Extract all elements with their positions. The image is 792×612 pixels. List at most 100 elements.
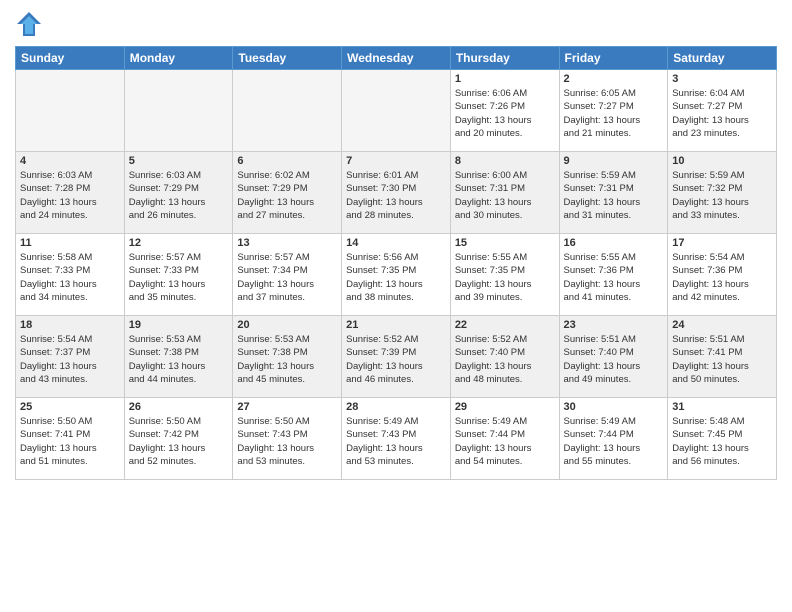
day-info: Sunrise: 5:49 AM Sunset: 7:44 PM Dayligh… — [564, 415, 664, 468]
calendar-cell: 26 Sunrise: 5:50 AM Sunset: 7:42 PM Dayli… — [124, 398, 233, 480]
day-number: 17 — [672, 237, 772, 249]
day-number: 3 — [672, 73, 772, 85]
day-info: Sunrise: 5:54 AM Sunset: 7:37 PM Dayligh… — [20, 333, 120, 386]
calendar-cell: 7 Sunrise: 6:01 AM Sunset: 7:30 PM Daylig… — [342, 152, 451, 234]
day-info: Sunrise: 6:00 AM Sunset: 7:31 PM Dayligh… — [455, 169, 555, 222]
logo-icon — [15, 10, 43, 38]
day-info: Sunrise: 5:50 AM Sunset: 7:41 PM Dayligh… — [20, 415, 120, 468]
calendar-week-row: 11 Sunrise: 5:58 AM Sunset: 7:33 PM Dayli… — [16, 234, 777, 316]
calendar-cell — [233, 70, 342, 152]
day-number: 19 — [129, 319, 229, 331]
calendar-cell: 2 Sunrise: 6:05 AM Sunset: 7:27 PM Daylig… — [559, 70, 668, 152]
calendar-cell: 8 Sunrise: 6:00 AM Sunset: 7:31 PM Daylig… — [450, 152, 559, 234]
day-info: Sunrise: 5:51 AM Sunset: 7:41 PM Dayligh… — [672, 333, 772, 386]
day-number: 11 — [20, 237, 120, 249]
calendar-cell: 30 Sunrise: 5:49 AM Sunset: 7:44 PM Dayli… — [559, 398, 668, 480]
calendar-table: SundayMondayTuesdayWednesdayThursdayFrid… — [15, 46, 777, 480]
calendar-cell: 11 Sunrise: 5:58 AM Sunset: 7:33 PM Dayli… — [16, 234, 125, 316]
day-info: Sunrise: 6:04 AM Sunset: 7:27 PM Dayligh… — [672, 87, 772, 140]
calendar-cell: 27Sunrise: 5:50 AM Sunset: 7:43 PM Dayli… — [233, 398, 342, 480]
day-number: 9 — [564, 155, 664, 167]
header — [15, 10, 777, 38]
calendar-cell: 18 Sunrise: 5:54 AM Sunset: 7:37 PM Dayli… — [16, 316, 125, 398]
calendar-cell: 20 Sunrise: 5:53 AM Sunset: 7:38 PM Dayli… — [233, 316, 342, 398]
calendar-header-tuesday: Tuesday — [233, 47, 342, 70]
calendar-cell: 24 Sunrise: 5:51 AM Sunset: 7:41 PM Dayli… — [668, 316, 777, 398]
day-number: 24 — [672, 319, 772, 331]
calendar-cell: 29 Sunrise: 5:49 AM Sunset: 7:44 PM Dayli… — [450, 398, 559, 480]
calendar-week-row: 1 Sunrise: 6:06 AM Sunset: 7:26 PM Daylig… — [16, 70, 777, 152]
day-number: 8 — [455, 155, 555, 167]
day-info: Sunrise: 5:57 AM Sunset: 7:33 PM Dayligh… — [129, 251, 229, 304]
calendar-cell: 19 Sunrise: 5:53 AM Sunset: 7:38 PM Dayli… — [124, 316, 233, 398]
day-number: 20 — [237, 319, 337, 331]
day-info: Sunrise: 6:03 AM Sunset: 7:29 PM Dayligh… — [129, 169, 229, 222]
day-info: Sunrise: 6:03 AM Sunset: 7:28 PM Dayligh… — [20, 169, 120, 222]
day-info: Sunrise: 5:48 AM Sunset: 7:45 PM Dayligh… — [672, 415, 772, 468]
day-number: 18 — [20, 319, 120, 331]
calendar-cell: 14Sunrise: 5:56 AM Sunset: 7:35 PM Dayli… — [342, 234, 451, 316]
calendar-header-sunday: Sunday — [16, 47, 125, 70]
day-number: 31 — [672, 401, 772, 413]
day-number: 6 — [237, 155, 337, 167]
calendar-cell: 21 Sunrise: 5:52 AM Sunset: 7:39 PM Dayli… — [342, 316, 451, 398]
calendar-header-wednesday: Wednesday — [342, 47, 451, 70]
calendar-cell: 22Sunrise: 5:52 AM Sunset: 7:40 PM Dayli… — [450, 316, 559, 398]
day-info: Sunrise: 5:55 AM Sunset: 7:35 PM Dayligh… — [455, 251, 555, 304]
day-info: Sunrise: 5:50 AM Sunset: 7:42 PM Dayligh… — [129, 415, 229, 468]
calendar-cell: 5 Sunrise: 6:03 AM Sunset: 7:29 PM Daylig… — [124, 152, 233, 234]
calendar-header-monday: Monday — [124, 47, 233, 70]
day-info: Sunrise: 5:59 AM Sunset: 7:31 PM Dayligh… — [564, 169, 664, 222]
calendar-week-row: 18 Sunrise: 5:54 AM Sunset: 7:37 PM Dayli… — [16, 316, 777, 398]
day-info: Sunrise: 6:05 AM Sunset: 7:27 PM Dayligh… — [564, 87, 664, 140]
day-info: Sunrise: 6:06 AM Sunset: 7:26 PM Dayligh… — [455, 87, 555, 140]
page: SundayMondayTuesdayWednesdayThursdayFrid… — [0, 0, 792, 612]
day-number: 1 — [455, 73, 555, 85]
day-info: Sunrise: 5:49 AM Sunset: 7:44 PM Dayligh… — [455, 415, 555, 468]
calendar-cell: 23Sunrise: 5:51 AM Sunset: 7:40 PM Dayli… — [559, 316, 668, 398]
calendar-cell — [342, 70, 451, 152]
day-info: Sunrise: 6:01 AM Sunset: 7:30 PM Dayligh… — [346, 169, 446, 222]
calendar-cell: 15Sunrise: 5:55 AM Sunset: 7:35 PM Dayli… — [450, 234, 559, 316]
logo — [15, 10, 47, 38]
day-number: 7 — [346, 155, 446, 167]
day-number: 4 — [20, 155, 120, 167]
day-number: 28 — [346, 401, 446, 413]
day-info: Sunrise: 5:57 AM Sunset: 7:34 PM Dayligh… — [237, 251, 337, 304]
calendar-cell: 13Sunrise: 5:57 AM Sunset: 7:34 PM Dayli… — [233, 234, 342, 316]
day-number: 14 — [346, 237, 446, 249]
calendar-header-thursday: Thursday — [450, 47, 559, 70]
calendar-week-row: 4 Sunrise: 6:03 AM Sunset: 7:28 PM Daylig… — [16, 152, 777, 234]
day-info: Sunrise: 5:59 AM Sunset: 7:32 PM Dayligh… — [672, 169, 772, 222]
day-info: Sunrise: 5:58 AM Sunset: 7:33 PM Dayligh… — [20, 251, 120, 304]
day-info: Sunrise: 5:54 AM Sunset: 7:36 PM Dayligh… — [672, 251, 772, 304]
day-number: 2 — [564, 73, 664, 85]
day-number: 21 — [346, 319, 446, 331]
calendar-week-row: 25Sunrise: 5:50 AM Sunset: 7:41 PM Dayli… — [16, 398, 777, 480]
calendar-cell: 16 Sunrise: 5:55 AM Sunset: 7:36 PM Dayli… — [559, 234, 668, 316]
calendar-cell: 31 Sunrise: 5:48 AM Sunset: 7:45 PM Dayli… — [668, 398, 777, 480]
calendar-cell — [16, 70, 125, 152]
day-number: 16 — [564, 237, 664, 249]
day-info: Sunrise: 5:53 AM Sunset: 7:38 PM Dayligh… — [237, 333, 337, 386]
day-info: Sunrise: 5:51 AM Sunset: 7:40 PM Dayligh… — [564, 333, 664, 386]
calendar-cell: 25Sunrise: 5:50 AM Sunset: 7:41 PM Dayli… — [16, 398, 125, 480]
day-info: Sunrise: 5:55 AM Sunset: 7:36 PM Dayligh… — [564, 251, 664, 304]
day-info: Sunrise: 5:50 AM Sunset: 7:43 PM Dayligh… — [237, 415, 337, 468]
calendar-header-saturday: Saturday — [668, 47, 777, 70]
day-number: 29 — [455, 401, 555, 413]
day-info: Sunrise: 5:52 AM Sunset: 7:39 PM Dayligh… — [346, 333, 446, 386]
calendar-header-row: SundayMondayTuesdayWednesdayThursdayFrid… — [16, 47, 777, 70]
day-number: 26 — [129, 401, 229, 413]
calendar-header-friday: Friday — [559, 47, 668, 70]
calendar-cell: 1 Sunrise: 6:06 AM Sunset: 7:26 PM Daylig… — [450, 70, 559, 152]
day-info: Sunrise: 5:52 AM Sunset: 7:40 PM Dayligh… — [455, 333, 555, 386]
day-number: 5 — [129, 155, 229, 167]
day-info: Sunrise: 6:02 AM Sunset: 7:29 PM Dayligh… — [237, 169, 337, 222]
day-number: 30 — [564, 401, 664, 413]
calendar-cell: 10Sunrise: 5:59 AM Sunset: 7:32 PM Dayli… — [668, 152, 777, 234]
calendar-cell: 28Sunrise: 5:49 AM Sunset: 7:43 PM Dayli… — [342, 398, 451, 480]
calendar-cell — [124, 70, 233, 152]
day-info: Sunrise: 5:53 AM Sunset: 7:38 PM Dayligh… — [129, 333, 229, 386]
day-number: 12 — [129, 237, 229, 249]
